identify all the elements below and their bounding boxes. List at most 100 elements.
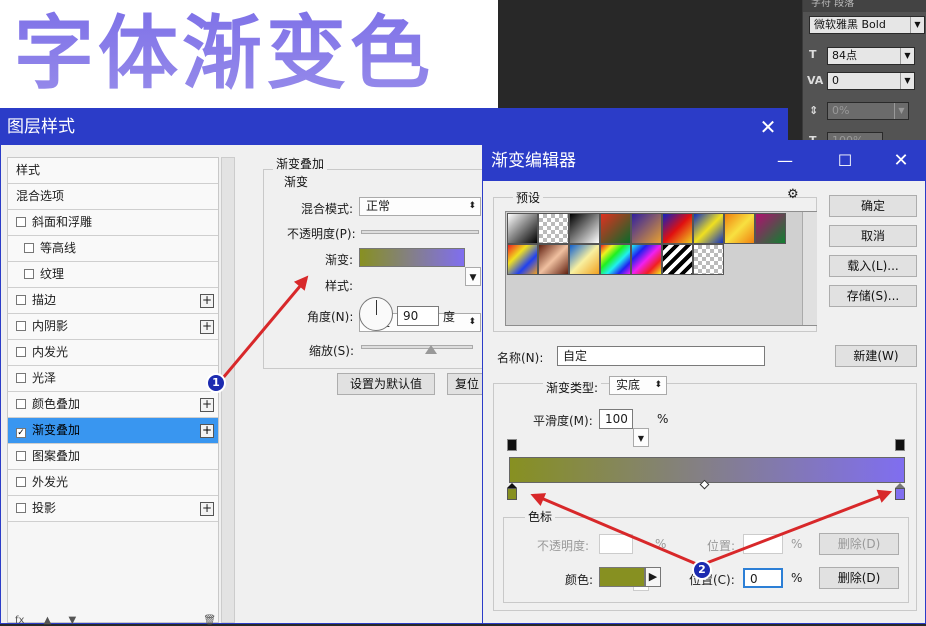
style-item-outer-glow[interactable]: 外发光 <box>8 470 218 496</box>
load-button[interactable]: 载入(L)... <box>829 255 917 277</box>
style-item-blending-options[interactable]: 混合选项 <box>8 184 218 210</box>
font-size-field[interactable]: 84点 ▼ <box>827 47 915 65</box>
tracking-field[interactable]: 0 ▼ <box>827 72 915 90</box>
style-item-inner-glow[interactable]: 内发光 <box>8 340 218 366</box>
style-item-pattern-overlay[interactable]: 图案叠加 <box>8 444 218 470</box>
style-item-contour[interactable]: 等高线 <box>8 236 218 262</box>
char-panel-tabs[interactable]: 字符 段落 <box>803 0 926 12</box>
fx-label: fx <box>15 615 25 626</box>
color-stop-left[interactable] <box>507 488 517 500</box>
color-position-input[interactable]: 0 <box>743 568 783 588</box>
style-item-texture[interactable]: 纹理 <box>8 262 218 288</box>
preset-rainbow-stripes[interactable] <box>507 244 538 275</box>
set-default-button[interactable]: 设置为默认值 <box>337 373 435 395</box>
presets-label: 预设 <box>513 189 544 206</box>
preset-violet-green[interactable] <box>755 213 786 244</box>
scale-slider-thumb[interactable] <box>425 345 437 354</box>
checkbox[interactable] <box>16 477 26 487</box>
preset-transparent-rainbow[interactable] <box>631 244 662 275</box>
updown-icon: ⬍ <box>468 317 476 327</box>
style-item-drop-shadow[interactable]: 投影 + <box>8 496 218 522</box>
checkbox[interactable] <box>16 503 26 513</box>
checkbox[interactable] <box>16 217 26 227</box>
new-button[interactable]: 新建(W) <box>835 345 917 367</box>
opacity-slider[interactable] <box>361 230 479 234</box>
gear-icon[interactable]: ⚙ <box>787 187 799 202</box>
font-family-select[interactable]: 微软雅黑 Bold ▼ <box>809 16 925 34</box>
preset-transparent[interactable] <box>538 213 569 244</box>
preset-copper[interactable] <box>538 244 569 275</box>
style-item-inner-shadow[interactable]: 内阴影 + <box>8 314 218 340</box>
angle-dial[interactable] <box>359 297 393 331</box>
cancel-button[interactable]: 取消 <box>829 225 917 247</box>
smoothness-input[interactable]: 100 <box>599 409 633 429</box>
group-title: 渐变叠加 <box>273 155 328 172</box>
checkbox[interactable] <box>16 373 26 383</box>
smoothness-label: 平滑度(M): <box>533 414 593 428</box>
layer-style-title: 图层样式 <box>7 117 75 137</box>
add-icon[interactable]: + <box>200 294 214 308</box>
checkbox[interactable] <box>16 321 26 331</box>
checkbox[interactable] <box>16 347 26 357</box>
stop-color-swatch[interactable] <box>599 567 645 587</box>
save-button[interactable]: 存储(S)... <box>829 285 917 307</box>
gradient-dropdown[interactable]: ▼ <box>465 267 481 286</box>
reset-button[interactable]: 复位 <box>447 373 487 395</box>
preset-blue-red-yellow[interactable] <box>662 213 693 244</box>
add-icon[interactable]: + <box>200 502 214 516</box>
minimize-icon[interactable]: — <box>765 141 805 181</box>
preset-orange-yellow[interactable] <box>724 213 755 244</box>
preset-blue-yellow-blue[interactable] <box>693 213 724 244</box>
scale-slider[interactable] <box>361 345 473 349</box>
color-delete-button[interactable]: 删除(D) <box>819 567 899 589</box>
checkbox[interactable] <box>16 399 26 409</box>
checkbox[interactable] <box>16 451 26 461</box>
add-icon[interactable]: + <box>200 424 214 438</box>
preset-violet-orange[interactable] <box>631 213 662 244</box>
play-icon[interactable]: ▶ <box>645 567 661 587</box>
font-size-icon: T <box>809 48 817 61</box>
arrow-up-icon[interactable]: ▲ <box>44 615 52 626</box>
angle-input[interactable]: 90 <box>397 306 439 326</box>
character-panel: 字符 段落 微软雅黑 Bold ▼ T 84点 ▼ VA 0 ▼ ⇕ 0% ▼ … <box>802 0 926 160</box>
maximize-icon[interactable]: ☐ <box>825 141 865 181</box>
add-icon[interactable]: + <box>200 320 214 334</box>
gradient-type-select[interactable]: 实底 ⬍ <box>609 376 667 395</box>
smoothness-dropdown[interactable]: ▼ <box>633 428 649 447</box>
ok-button[interactable]: 确定 <box>829 195 917 217</box>
add-icon[interactable]: + <box>200 398 214 412</box>
preset-red-green[interactable] <box>600 213 631 244</box>
opacity-delete-button[interactable]: 删除(D) <box>819 533 899 555</box>
gradient-bar[interactable] <box>509 457 905 483</box>
style-item-bevel-emboss[interactable]: 斜面和浮雕 <box>8 210 218 236</box>
style-item-satin[interactable]: 光泽 <box>8 366 218 392</box>
preset-black-white[interactable] <box>507 213 538 244</box>
checkbox[interactable] <box>24 269 34 279</box>
scale-field[interactable]: 0% ▼ <box>827 102 909 120</box>
checkbox[interactable] <box>16 295 26 305</box>
style-list-header[interactable]: 样式 <box>8 158 218 184</box>
style-item-stroke[interactable]: 描边 + <box>8 288 218 314</box>
style-item-color-overlay[interactable]: 颜色叠加 + <box>8 392 218 418</box>
preset-spectrum[interactable] <box>600 244 631 275</box>
preset-white-black[interactable] <box>569 213 600 244</box>
trash-icon[interactable]: 🗑 <box>203 615 216 626</box>
checkbox-checked[interactable]: ✓ <box>16 428 26 438</box>
color-stop-right[interactable] <box>895 488 905 500</box>
gradient-preview-swatch[interactable] <box>359 248 465 267</box>
blend-mode-select[interactable]: 正常 ⬍ <box>359 197 481 216</box>
close-icon[interactable]: ✕ <box>881 141 921 181</box>
opacity-stop-right[interactable] <box>895 439 905 451</box>
preset-stripes[interactable] <box>662 244 693 275</box>
preset-chrome[interactable] <box>569 244 600 275</box>
scale-value: 0% <box>832 104 850 117</box>
arrow-down-icon[interactable]: ▼ <box>69 615 77 626</box>
checkbox[interactable] <box>24 243 34 253</box>
opacity-stop-left[interactable] <box>507 439 517 451</box>
preset-transparent-stripes[interactable] <box>693 244 724 275</box>
stop-opacity-input[interactable] <box>599 534 633 554</box>
angle-label: 角度(N): <box>307 310 354 324</box>
style-item-gradient-overlay[interactable]: ✓ 渐变叠加 + <box>8 418 218 444</box>
gradient-name-input[interactable]: 自定 <box>557 346 765 366</box>
presets-scrollbar[interactable] <box>802 212 817 325</box>
